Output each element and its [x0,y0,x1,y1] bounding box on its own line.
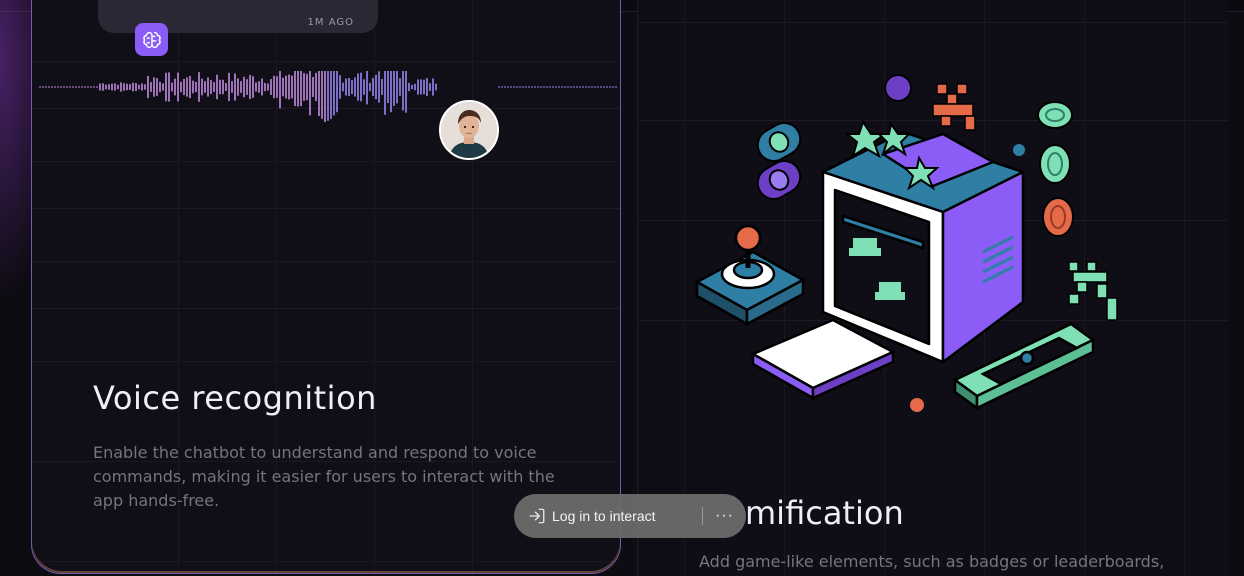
grid-line [1184,0,1185,576]
voice-waveform [39,71,617,123]
grid-line [638,22,1228,23]
gamification-card: mification Add game-like elements, such … [637,0,1228,576]
login-label: Log in to interact [552,508,656,524]
voice-recognition-card: 1M AGO Voice recognition Enable the chat… [31,0,621,574]
more-horizontal-icon[interactable]: ··· [703,507,746,525]
message-timestamp: 1M AGO [307,17,354,28]
gamification-description: Add game-like elements, such as badges o… [699,552,1165,571]
login-button[interactable]: Log in to interact [514,494,702,538]
gaming-illustration [694,74,1118,412]
grid-line [32,308,620,309]
voice-recognition-title: Voice recognition [93,379,377,417]
user-avatar [439,100,499,160]
login-overlay: Log in to interact ··· [514,494,746,538]
gamification-title: mification [745,494,904,532]
brain-icon [135,23,168,56]
log-in-icon [529,508,545,524]
voice-recognition-description: Enable the chatbot to understand and res… [93,443,555,510]
grid-line [684,0,685,576]
